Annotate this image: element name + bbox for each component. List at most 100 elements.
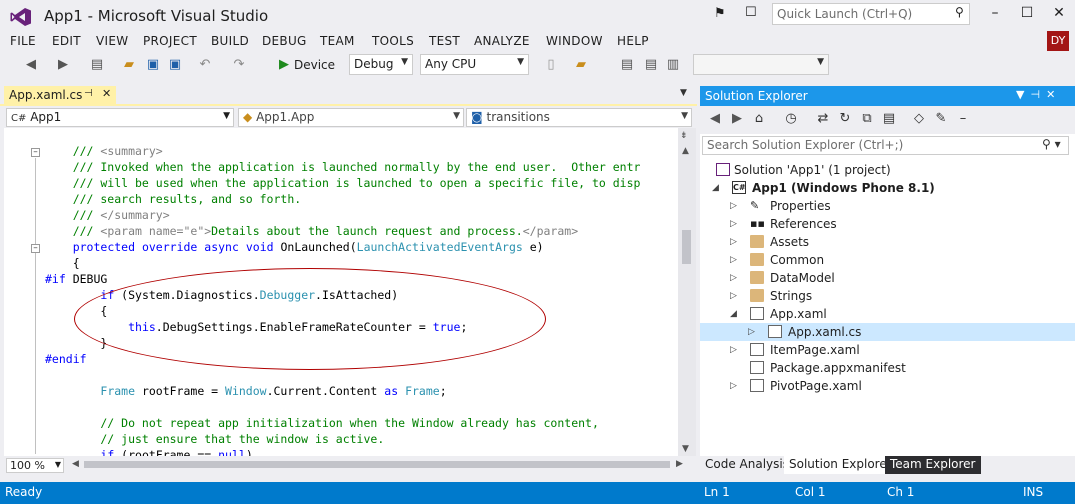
- find-in-files-icon[interactable]: ▯: [544, 56, 558, 74]
- user-avatar[interactable]: DY: [1047, 31, 1069, 51]
- tree-item-app-xaml-cs[interactable]: ▷ App.xaml.cs: [700, 323, 1075, 341]
- bookmark-icon[interactable]: ▥: [666, 56, 680, 74]
- menu-project[interactable]: PROJECT: [143, 34, 197, 48]
- tab-overflow-icon[interactable]: ▼: [680, 88, 687, 98]
- code-line[interactable]: protected override async void OnLaunched…: [45, 239, 640, 255]
- menu-analyze[interactable]: ANALYZE: [474, 34, 530, 48]
- uncomment-icon[interactable]: ▤: [644, 56, 658, 74]
- code-line[interactable]: if (rootFrame == null): [45, 447, 640, 456]
- redo-icon[interactable]: ↷: [232, 56, 246, 74]
- collapsed-arrow-icon[interactable]: ▷: [730, 233, 737, 251]
- collapse-icon[interactable]: –: [31, 148, 40, 157]
- navigate-back-icon[interactable]: ◀: [24, 56, 38, 74]
- forward-icon[interactable]: ▶: [730, 110, 744, 128]
- code-line[interactable]: Frame rootFrame = Window.Current.Content…: [45, 383, 640, 399]
- start-debugging-icon[interactable]: ▶: [278, 56, 290, 74]
- tab-code-analysis[interactable]: Code Analysis: [700, 456, 794, 474]
- sync-icon[interactable]: ⇄: [816, 110, 830, 128]
- close-icon[interactable]: ✕: [1046, 88, 1061, 101]
- tab-solution-explorer[interactable]: Solution Explorer: [784, 456, 897, 474]
- tree-item-assets[interactable]: ▷ Assets: [700, 233, 1075, 251]
- pin-icon[interactable]: ⊣: [1030, 88, 1046, 101]
- menu-build[interactable]: BUILD: [211, 34, 249, 48]
- pending-changes-icon[interactable]: ◷: [784, 110, 798, 128]
- project-select[interactable]: C# App1 ▼: [6, 108, 234, 127]
- class-select[interactable]: ◆ App1.App ▼: [238, 108, 464, 127]
- view-code-icon[interactable]: ◇: [912, 110, 926, 128]
- collapsed-arrow-icon[interactable]: ▷: [730, 251, 737, 269]
- new-project-icon[interactable]: ▤: [90, 56, 104, 74]
- search-icon[interactable]: ⚲: [955, 5, 964, 19]
- menu-team[interactable]: TEAM: [320, 34, 355, 48]
- save-all-icon[interactable]: ▣: [168, 56, 182, 74]
- tree-item-itempage[interactable]: ▷ ItemPage.xaml: [700, 341, 1075, 359]
- vertical-scrollbar[interactable]: [678, 128, 696, 456]
- expanded-arrow-icon[interactable]: ◢: [730, 305, 737, 323]
- tree-item-strings[interactable]: ▷ Strings: [700, 287, 1075, 305]
- collapsed-arrow-icon[interactable]: ▷: [730, 197, 737, 215]
- close-tab-icon[interactable]: ✕: [102, 87, 111, 100]
- code-line[interactable]: /// will be used when the application is…: [45, 175, 641, 191]
- menu-file[interactable]: FILE: [10, 34, 36, 48]
- tree-item-properties[interactable]: ▷ ✎ Properties: [700, 197, 1075, 215]
- properties-wrench-icon[interactable]: ✎: [934, 110, 948, 128]
- tab-app-xaml-cs[interactable]: App.xaml.cs ⊣ ✕: [4, 86, 116, 105]
- maximize-button[interactable]: ☐: [1012, 2, 1042, 26]
- collapsed-arrow-icon[interactable]: ▷: [730, 341, 737, 359]
- notifications-flag-icon[interactable]: ⚑: [714, 6, 726, 21]
- navigate-forward-icon[interactable]: ▶: [56, 56, 70, 74]
- collapse-all-icon[interactable]: ⧉: [860, 110, 874, 128]
- menu-test[interactable]: TEST: [429, 34, 460, 48]
- member-select[interactable]: ◙ transitions ▼: [466, 108, 692, 127]
- collapse-icon[interactable]: –: [31, 244, 40, 253]
- tree-item-references[interactable]: ▷ ▪▪ References: [700, 215, 1075, 233]
- menu-view[interactable]: VIEW: [96, 34, 128, 48]
- menu-help[interactable]: HELP: [617, 34, 649, 48]
- collapsed-arrow-icon[interactable]: ▷: [730, 377, 737, 395]
- tree-item-project[interactable]: ◢ C# App1 (Windows Phone 8.1): [700, 179, 1075, 197]
- code-line[interactable]: /// <summary>: [45, 143, 640, 159]
- menu-window[interactable]: WINDOW: [546, 34, 603, 48]
- code-line[interactable]: /// search results, and so forth.: [45, 191, 640, 207]
- tree-item-common[interactable]: ▷ Common: [700, 251, 1075, 269]
- scroll-down-icon[interactable]: ▼: [682, 444, 689, 454]
- show-all-files-icon[interactable]: ▤: [882, 110, 896, 128]
- tab-team-explorer[interactable]: Team Explorer: [885, 456, 981, 474]
- run-target-label[interactable]: Device: [294, 56, 335, 74]
- code-line[interactable]: // Do not repeat app initialization when…: [45, 415, 640, 431]
- vertical-scroll-thumb[interactable]: [682, 230, 691, 264]
- tree-item-pivotpage[interactable]: ▷ PivotPage.xaml: [700, 377, 1075, 395]
- code-line[interactable]: /// </summary>: [45, 207, 640, 223]
- collapsed-arrow-icon[interactable]: ▷: [730, 269, 737, 287]
- comment-out-icon[interactable]: ▤: [620, 56, 634, 74]
- undo-icon[interactable]: ↶: [198, 56, 212, 74]
- minimize-button[interactable]: –: [980, 2, 1010, 26]
- tree-item-solution[interactable]: Solution 'App1' (1 project): [700, 161, 1075, 179]
- chevron-down-icon[interactable]: ▼: [1016, 88, 1030, 101]
- search-icon[interactable]: ⚲ ▾: [1042, 137, 1061, 151]
- code-line[interactable]: // just ensure that the window is active…: [45, 431, 640, 447]
- refresh-icon[interactable]: ↻: [838, 110, 852, 128]
- menu-edit[interactable]: EDIT: [52, 34, 81, 48]
- tree-item-app-xaml[interactable]: ◢ App.xaml: [700, 305, 1075, 323]
- tree-item-package-manifest[interactable]: Package.appxmanifest: [700, 359, 1075, 377]
- open-file-icon[interactable]: ▰: [122, 56, 136, 74]
- menu-tools[interactable]: TOOLS: [372, 34, 414, 48]
- quick-launch-input[interactable]: Quick Launch (Ctrl+Q): [772, 3, 970, 25]
- code-line[interactable]: [45, 399, 640, 415]
- preview-icon[interactable]: –: [956, 110, 970, 128]
- feedback-icon[interactable]: ☐: [745, 5, 757, 20]
- expanded-arrow-icon[interactable]: ◢: [712, 179, 719, 197]
- menu-debug[interactable]: DEBUG: [262, 34, 307, 48]
- tree-item-datamodel[interactable]: ▷ DataModel: [700, 269, 1075, 287]
- scroll-right-icon[interactable]: ▶: [676, 459, 683, 469]
- pin-icon[interactable]: ⊣: [84, 88, 93, 99]
- scroll-left-icon[interactable]: ◀: [72, 459, 79, 469]
- save-icon[interactable]: ▣: [146, 56, 160, 74]
- home-icon[interactable]: ⌂: [752, 110, 766, 128]
- scroll-up-icon[interactable]: ▲: [682, 146, 689, 156]
- collapsed-arrow-icon[interactable]: ▷: [730, 215, 737, 233]
- collapsed-arrow-icon[interactable]: ▷: [730, 287, 737, 305]
- split-window-icon[interactable]: ⇟: [680, 131, 692, 141]
- back-icon[interactable]: ◀: [708, 110, 722, 128]
